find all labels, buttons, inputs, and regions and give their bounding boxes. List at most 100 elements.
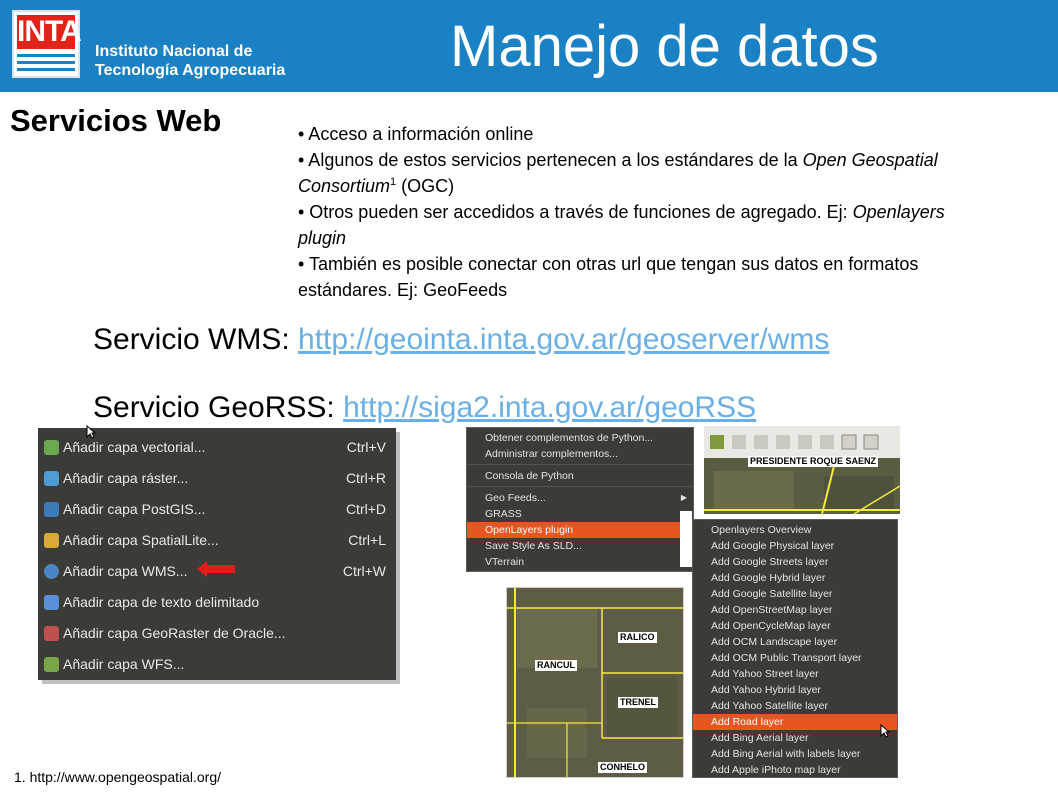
- menu-item-ocm-public-transport[interactable]: Add OCM Public Transport layer: [693, 650, 897, 666]
- pan-icon: [754, 435, 768, 449]
- vector-layer-icon: [44, 440, 59, 455]
- org-name-line1: Instituto Nacional de: [95, 43, 253, 60]
- toolbar-icons: [710, 434, 879, 450]
- bullet-text: • Algunos de estos servicios pertenecen …: [298, 150, 803, 170]
- map-label-presidente-roque-saenz: PRESIDENTE ROQUE SAENZ: [748, 456, 879, 467]
- map-image-bottom: [506, 587, 684, 778]
- menu-item-add-wfs-layer[interactable]: Añadir capa WFS...: [38, 649, 396, 680]
- menu-item-add-postgis-layer[interactable]: Añadir capa PostGIS... Ctrl+D: [38, 494, 396, 525]
- submenu-arrow-icon: ▶: [680, 493, 687, 502]
- map-roads-bottom: [507, 588, 683, 777]
- menu-item-openlayers-overview[interactable]: Openlayers Overview: [693, 522, 897, 538]
- mouse-cursor-icon: [880, 724, 890, 738]
- table-icon: [863, 434, 879, 450]
- postgis-layer-icon: [44, 502, 59, 517]
- menu-item-label: Añadir capa GeoRaster de Oracle...: [63, 625, 286, 641]
- wms-layer-icon: [44, 564, 59, 579]
- organization-name: Instituto Nacional de Tecnología Agropec…: [95, 42, 285, 80]
- plugins-menu: Obtener complementos de Python... Admini…: [466, 427, 694, 572]
- bullet-list: • Acceso a información online • Algunos …: [298, 121, 968, 303]
- oracle-layer-icon: [44, 626, 59, 641]
- menu-item-python-console[interactable]: Consola de Python: [467, 468, 693, 484]
- menu-item-add-raster-layer[interactable]: Añadir capa ráster... Ctrl+R: [38, 463, 396, 494]
- logo-stripe: [17, 68, 75, 71]
- map-label-trenel: TRENEL: [618, 697, 658, 708]
- menu-item-label: Añadir capa SpatialLite...: [63, 532, 219, 548]
- measure-icon: [820, 435, 834, 449]
- raster-layer-icon: [44, 471, 59, 486]
- bullet-text: (OGC): [396, 176, 455, 196]
- text-layer-icon: [44, 595, 59, 610]
- menu-item-shortcut: Ctrl+V: [346, 439, 386, 455]
- menu-item-opencyclemap[interactable]: Add OpenCycleMap layer: [693, 618, 897, 634]
- bullet-text: • Otros pueden ser accedidos a través de…: [298, 202, 853, 222]
- menu-item-save-style-sld[interactable]: Save Style As SLD...: [467, 538, 693, 554]
- logo-stripe: [17, 54, 75, 57]
- bullet-item: • También es posible conectar con otras …: [298, 254, 919, 300]
- menu-item-label: Añadir capa WFS...: [63, 656, 185, 672]
- bullet-item: • Algunos de estos servicios pertenecen …: [298, 147, 968, 199]
- footnote: 1. http://www.opengeospatial.org/: [14, 769, 222, 785]
- identify-icon: [798, 435, 812, 449]
- section-title: Servicios Web: [10, 103, 222, 138]
- menu-item-add-delimited-text-layer[interactable]: Añadir capa de texto delimitado: [38, 587, 396, 618]
- red-arrow-icon: [197, 561, 235, 577]
- menu-item-label: Añadir capa PostGIS...: [63, 501, 206, 517]
- wms-label: Servicio WMS:: [93, 323, 299, 356]
- logo-stripe: [17, 61, 75, 64]
- menu-item-label: Añadir capa WMS...: [63, 563, 188, 579]
- menu-item-vterrain[interactable]: VTerrain: [467, 554, 693, 570]
- menu-item-get-python-plugins[interactable]: Obtener complementos de Python...: [467, 430, 693, 446]
- menu-item-google-hybrid[interactable]: Add Google Hybrid layer: [693, 570, 897, 586]
- menu-item-grass[interactable]: GRASS: [467, 506, 693, 522]
- georss-label: Servicio GeoRSS:: [93, 391, 344, 424]
- menu-item-manage-plugins[interactable]: Administrar complementos...: [467, 446, 693, 462]
- menu-item-yahoo-street[interactable]: Add Yahoo Street layer: [693, 666, 897, 682]
- menu-item-geo-feeds[interactable]: Geo Feeds... ▶: [467, 490, 693, 506]
- slide-header: INTA Instituto Nacional de Tecnología Ag…: [0, 0, 1058, 92]
- menu-item-yahoo-satellite[interactable]: Add Yahoo Satellite layer: [693, 698, 897, 714]
- mouse-cursor-icon: [86, 425, 96, 439]
- slide-title: Manejo de datos: [450, 14, 879, 79]
- menu-separator: [467, 464, 693, 465]
- map-toolbar: [704, 426, 900, 458]
- menu-item-bing-aerial[interactable]: Add Bing Aerial layer: [693, 730, 897, 746]
- add-layer-icon: [710, 435, 724, 449]
- logo-text: INTA: [17, 15, 82, 49]
- menu-item-shortcut: Ctrl+L: [348, 532, 386, 548]
- menu-item-label: Geo Feeds...: [485, 492, 546, 504]
- bullet-item: • Otros pueden ser accedidos a través de…: [298, 199, 968, 251]
- zoom-icon: [732, 435, 746, 449]
- select-icon: [776, 435, 790, 449]
- wms-link[interactable]: http://geointa.inta.gov.ar/geoserver/wms: [298, 323, 829, 356]
- menu-item-shortcut: Ctrl+W: [342, 563, 386, 579]
- menu-item-shortcut: Ctrl+D: [345, 501, 386, 517]
- bullet-item: • Acceso a información online: [298, 124, 534, 144]
- menu-item-add-oracle-layer[interactable]: Añadir capa GeoRaster de Oracle...: [38, 618, 396, 649]
- submenu-backdrop: [680, 511, 692, 567]
- map-label-ralico: RALICO: [618, 632, 657, 643]
- menu-item-road-layer[interactable]: Add Road layer: [693, 714, 897, 730]
- menu-item-label: Añadir capa de texto delimitado: [63, 594, 260, 610]
- menu-item-shortcut: Ctrl+R: [345, 470, 386, 486]
- wfs-layer-icon: [44, 657, 59, 672]
- menu-item-openstreetmap[interactable]: Add OpenStreetMap layer: [693, 602, 897, 618]
- menu-item-ocm-landscape[interactable]: Add OCM Landscape layer: [693, 634, 897, 650]
- menu-item-google-satellite[interactable]: Add Google Satellite layer: [693, 586, 897, 602]
- menu-item-yahoo-hybrid[interactable]: Add Yahoo Hybrid layer: [693, 682, 897, 698]
- wms-service-line: Servicio WMS: http://geointa.inta.gov.ar…: [93, 322, 829, 358]
- menu-item-google-physical[interactable]: Add Google Physical layer: [693, 538, 897, 554]
- add-layer-menu: Añadir capa vectorial... Ctrl+V Añadir c…: [38, 428, 396, 680]
- inta-logo: INTA: [12, 10, 82, 78]
- org-name-line2: Tecnología Agropecuaria: [95, 62, 286, 79]
- georss-link[interactable]: http://siga2.inta.gov.ar/geoRSS: [343, 391, 756, 424]
- menu-item-apple-iphoto[interactable]: Add Apple iPhoto map layer: [693, 762, 897, 778]
- menu-item-label: Añadir capa vectorial...: [63, 439, 206, 455]
- menu-item-add-spatialite-layer[interactable]: Añadir capa SpatialLite... Ctrl+L: [38, 525, 396, 556]
- map-label-conhelo: CONHELO: [598, 762, 647, 773]
- menu-item-openlayers-plugin[interactable]: OpenLayers plugin: [467, 522, 693, 538]
- menu-item-label: Añadir capa ráster...: [63, 470, 189, 486]
- menu-item-bing-aerial-labels[interactable]: Add Bing Aerial with labels layer: [693, 746, 897, 762]
- menu-item-google-streets[interactable]: Add Google Streets layer: [693, 554, 897, 570]
- openlayers-submenu: Openlayers Overview Add Google Physical …: [692, 519, 898, 778]
